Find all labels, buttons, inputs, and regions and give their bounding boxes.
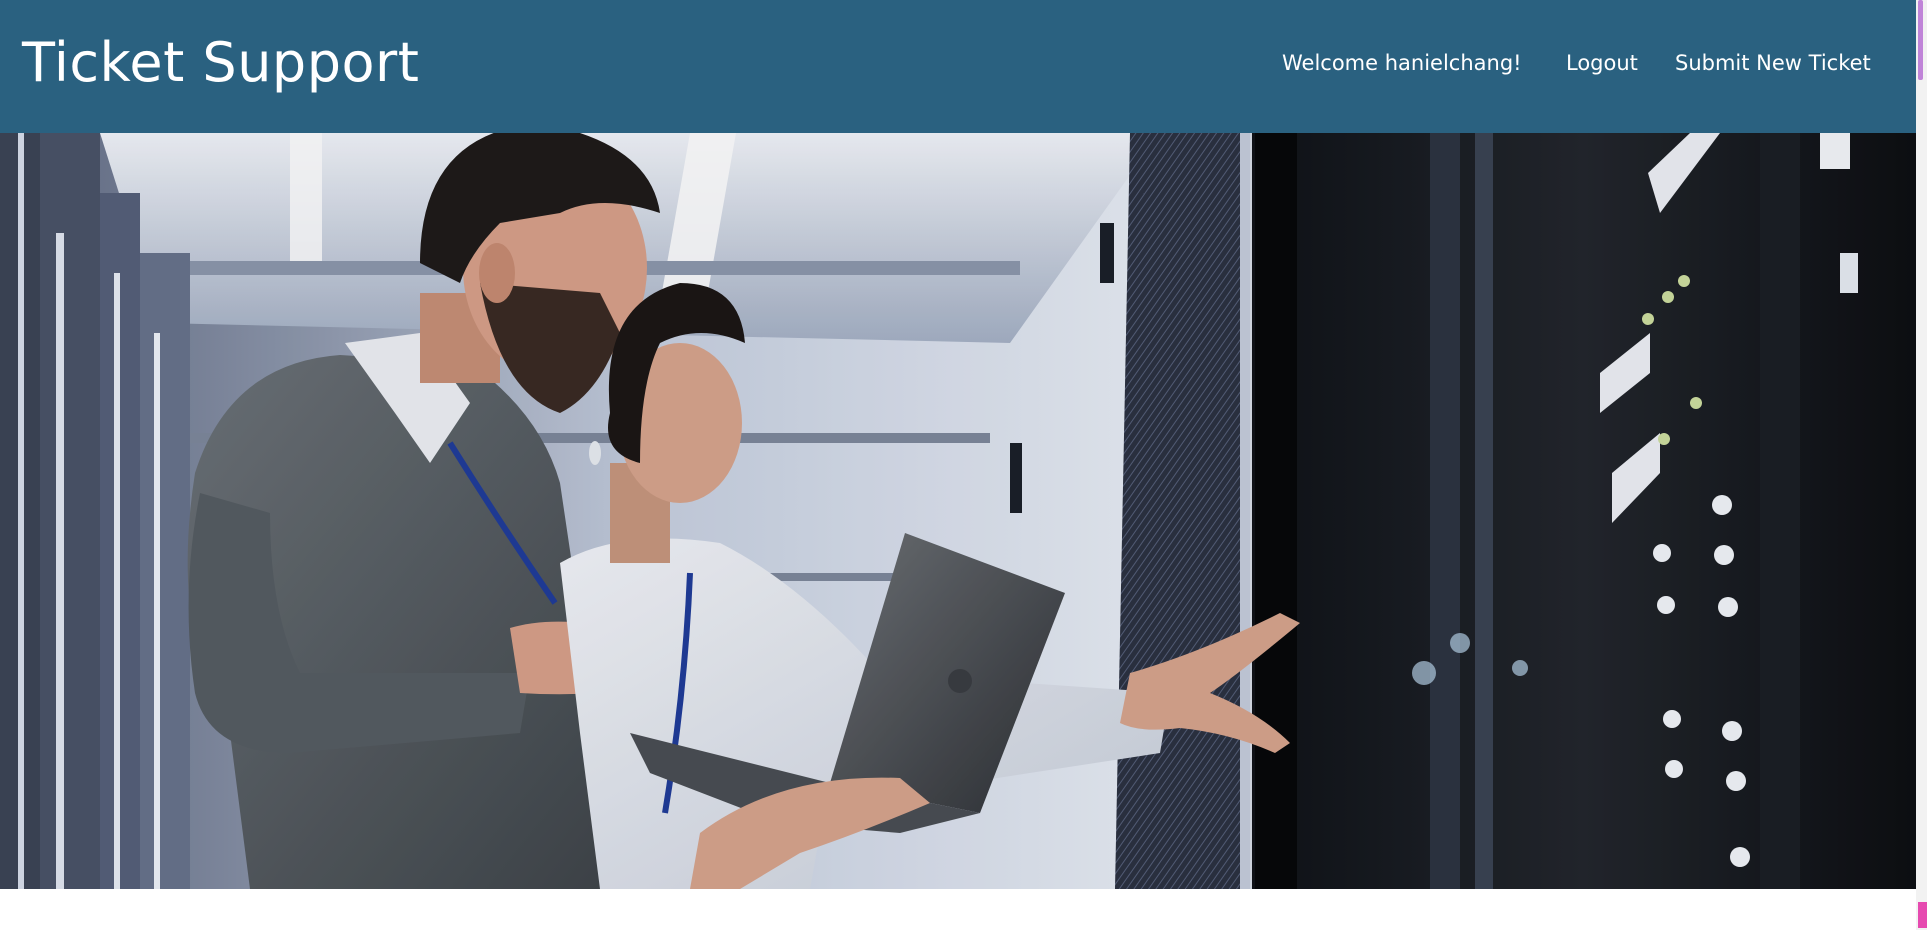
submit-new-ticket-link[interactable]: Submit New Ticket [1675, 49, 1871, 77]
hero-image [0, 133, 1916, 889]
logout-link[interactable]: Logout [1566, 49, 1638, 77]
hero-banner [0, 133, 1916, 889]
top-navbar: Ticket Support Welcome hanielchang! Logo… [0, 0, 1916, 133]
page: Ticket Support Welcome hanielchang! Logo… [0, 0, 1927, 930]
welcome-message: Welcome hanielchang! [1282, 51, 1522, 75]
site-title[interactable]: Ticket Support [22, 28, 419, 98]
scrollbar-marker [1918, 902, 1927, 928]
scrollbar-thumb[interactable] [1918, 0, 1923, 80]
vertical-scrollbar[interactable] [1916, 0, 1927, 930]
